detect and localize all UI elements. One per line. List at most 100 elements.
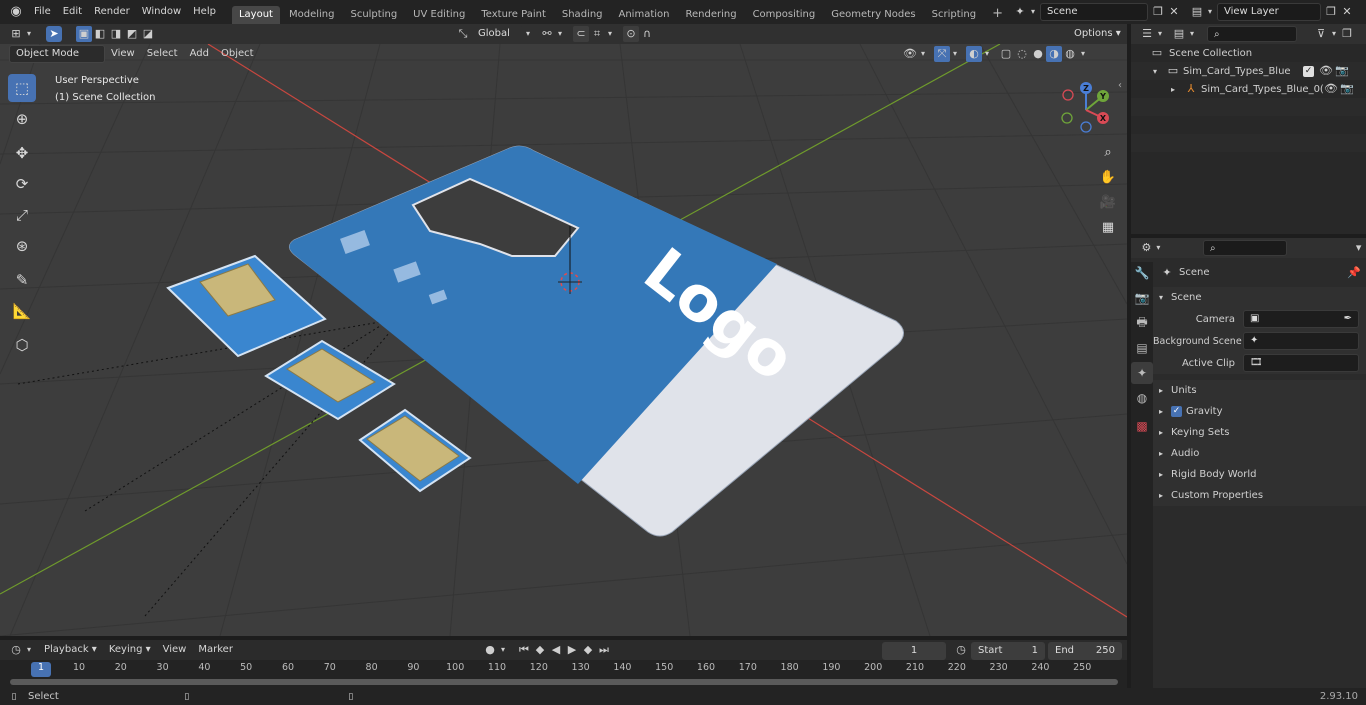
snap-target-icon[interactable]: ⌗ [589,26,605,42]
panel-custom-properties[interactable]: ▸ Custom Properties [1153,485,1366,506]
chevron-down-icon[interactable]: ▾ [555,26,565,42]
menu-object[interactable]: Object [215,44,260,64]
start-frame-field[interactable]: Start 1 [971,642,1045,660]
gravity-checkbox[interactable]: ✓ [1171,406,1182,417]
frame-ruler[interactable]: 1 10 20 30 40 50 60 70 80 90 100 110 120 130 140 150 160… [0,662,1127,678]
clock-icon[interactable]: ◷ [953,642,969,658]
eye-icon[interactable]: 👁 [1318,63,1334,79]
outliner-row-object[interactable]: ▸ ⅄ Sim_Card_Types_Blue_0( 👁 📷 [1131,80,1366,98]
visibility-icon[interactable]: 👁 [902,46,918,62]
outliner-row-scene-collection[interactable]: ▭ Scene Collection [1131,44,1366,62]
outliner-editor-icon[interactable]: ☰ [1139,26,1155,42]
menu-help[interactable]: Help [187,0,222,24]
record-icon[interactable]: ● [482,642,498,658]
sidebar-toggle-icon[interactable]: ‹ [1118,80,1122,91]
outliner-row-collection[interactable]: ▾ ▭ Sim_Card_Types_Blue ✓ 👁 📷 [1131,62,1366,80]
falloff-icon[interactable]: ∩ [639,26,655,42]
overlays-icon[interactable]: ◐ [966,46,982,62]
jump-start-icon[interactable]: ⏮ [516,642,532,658]
options-button[interactable]: Options ▾ [1068,25,1127,43]
proportional-edit-icon[interactable]: ⊙ [623,26,639,42]
select-mode-icon[interactable]: ➤ [46,26,62,42]
move-tool-icon[interactable]: ✥ [8,139,36,167]
pin-icon[interactable]: 📌 [1346,265,1362,281]
timeline-editor-icon[interactable]: ◷ [8,642,24,658]
zoom-icon[interactable]: ⌕ [1097,141,1119,163]
add-cube-tool-icon[interactable]: ⬡ [8,331,36,359]
next-keyframe-icon[interactable]: ◆ [580,642,596,658]
expand-arrow-icon[interactable]: ▾ [1153,67,1165,76]
chevron-down-icon[interactable]: ▾ [498,642,508,658]
rotate-tool-icon[interactable]: ⟳ [8,170,36,198]
menu-keying[interactable]: Keying ▾ [103,640,157,660]
select-extend-icon[interactable]: ◧ [92,26,108,42]
properties-search-input[interactable]: ⌕ [1203,240,1288,256]
tab-modeling[interactable]: Modeling [282,6,342,24]
panel-rigid-body[interactable]: ▸ Rigid Body World [1153,464,1366,485]
chevron-down-icon[interactable]: ▾ [1154,240,1163,256]
display-mode-icon[interactable]: ▤ [1171,26,1187,42]
select-intersect-icon[interactable]: ◪ [140,26,156,42]
camera-render-icon[interactable]: 📷 [1334,63,1350,79]
chevron-down-icon[interactable]: ▾ [950,46,960,62]
world-tab-icon[interactable]: ◍ [1131,387,1153,409]
rendered-shading-icon[interactable]: ◍ [1062,46,1078,62]
menu-timeline-view[interactable]: View [157,640,193,660]
sim-card-mini[interactable] [166,254,327,358]
orientation-icon[interactable]: ⤡ [455,26,471,42]
output-tab-icon[interactable]: 🖶 [1131,312,1153,334]
menu-view[interactable]: View [105,44,141,64]
material-shading-icon[interactable]: ◑ [1046,46,1062,62]
play-reverse-icon[interactable]: ◀ [548,642,564,658]
menu-marker[interactable]: Marker [192,640,239,660]
tool-tab-icon[interactable]: 🔧 [1131,262,1153,284]
menu-playback[interactable]: Playback ▾ [38,640,103,660]
chevron-down-icon[interactable]: ▾ [1329,26,1339,42]
new-collection-icon[interactable]: ❐ [1339,26,1355,42]
blender-logo-icon[interactable]: ◉ [8,4,24,20]
chevron-down-icon[interactable]: ▾ [1351,240,1366,256]
tab-layout[interactable]: Layout [231,6,280,24]
chevron-down-icon[interactable]: ▾ [1028,4,1038,20]
filter-icon[interactable]: ⊽ [1313,26,1329,42]
chevron-down-icon[interactable]: ▾ [523,26,533,42]
select-new-icon[interactable]: ▣ [76,26,92,42]
expand-arrow-icon[interactable]: ▾ [1159,293,1171,302]
tab-scripting[interactable]: Scripting [925,6,983,24]
tab-compositing[interactable]: Compositing [746,6,823,24]
chevron-down-icon[interactable]: ▾ [1155,26,1165,42]
camera-field[interactable]: ▣ ✒ [1243,310,1359,328]
scene-field[interactable]: Scene [1040,3,1148,21]
pivot-icon[interactable]: ⚯ [539,26,555,42]
sim-card-main[interactable]: Logo [289,145,904,537]
new-scene-icon[interactable]: ❐ [1150,4,1166,20]
properties-editor-icon[interactable]: ⚙ [1139,240,1154,256]
pan-hand-icon[interactable]: ✋ [1097,166,1119,188]
tab-shading[interactable]: Shading [555,6,610,24]
chevron-down-icon[interactable]: ▾ [982,46,992,62]
xray-icon[interactable]: ▢ [998,46,1014,62]
background-scene-field[interactable]: ✦ [1243,332,1359,350]
chevron-down-icon[interactable]: ▾ [1078,46,1088,62]
scale-tool-icon[interactable]: ⤢ [8,201,36,229]
menu-file[interactable]: File [28,0,57,24]
snap-icon[interactable]: ⊂ [573,26,589,42]
end-frame-field[interactable]: End 250 [1048,642,1122,660]
chevron-down-icon[interactable]: ▾ [24,26,34,42]
tab-animation[interactable]: Animation [612,6,677,24]
measure-tool-icon[interactable]: 📐 [8,297,36,325]
eyedropper-icon[interactable]: ✒ [1344,311,1352,327]
panel-gravity[interactable]: ▸ ✓ Gravity [1153,401,1366,422]
view-layer-icon[interactable]: ▤ [1189,4,1205,20]
3d-viewport[interactable]: Logo ⬚ ⊕ ✥ ⟳ ⤢ ⊛ ✎ 📐 ⬡ User Perspective … [0,44,1127,636]
chevron-down-icon[interactable]: ▾ [918,46,928,62]
sim-card-nano[interactable] [358,408,472,493]
chevron-down-icon[interactable]: ▾ [1187,26,1197,42]
expand-arrow-icon[interactable]: ▸ [1159,386,1171,395]
tab-sculpting[interactable]: Sculpting [343,6,404,24]
cursor-tool-icon[interactable]: ⊕ [8,105,36,133]
expand-arrow-icon[interactable]: ▸ [1159,428,1171,437]
current-frame-field[interactable]: 1 [882,642,946,660]
menu-window[interactable]: Window [136,0,187,24]
panel-keying-sets[interactable]: ▸ Keying Sets [1153,422,1366,443]
